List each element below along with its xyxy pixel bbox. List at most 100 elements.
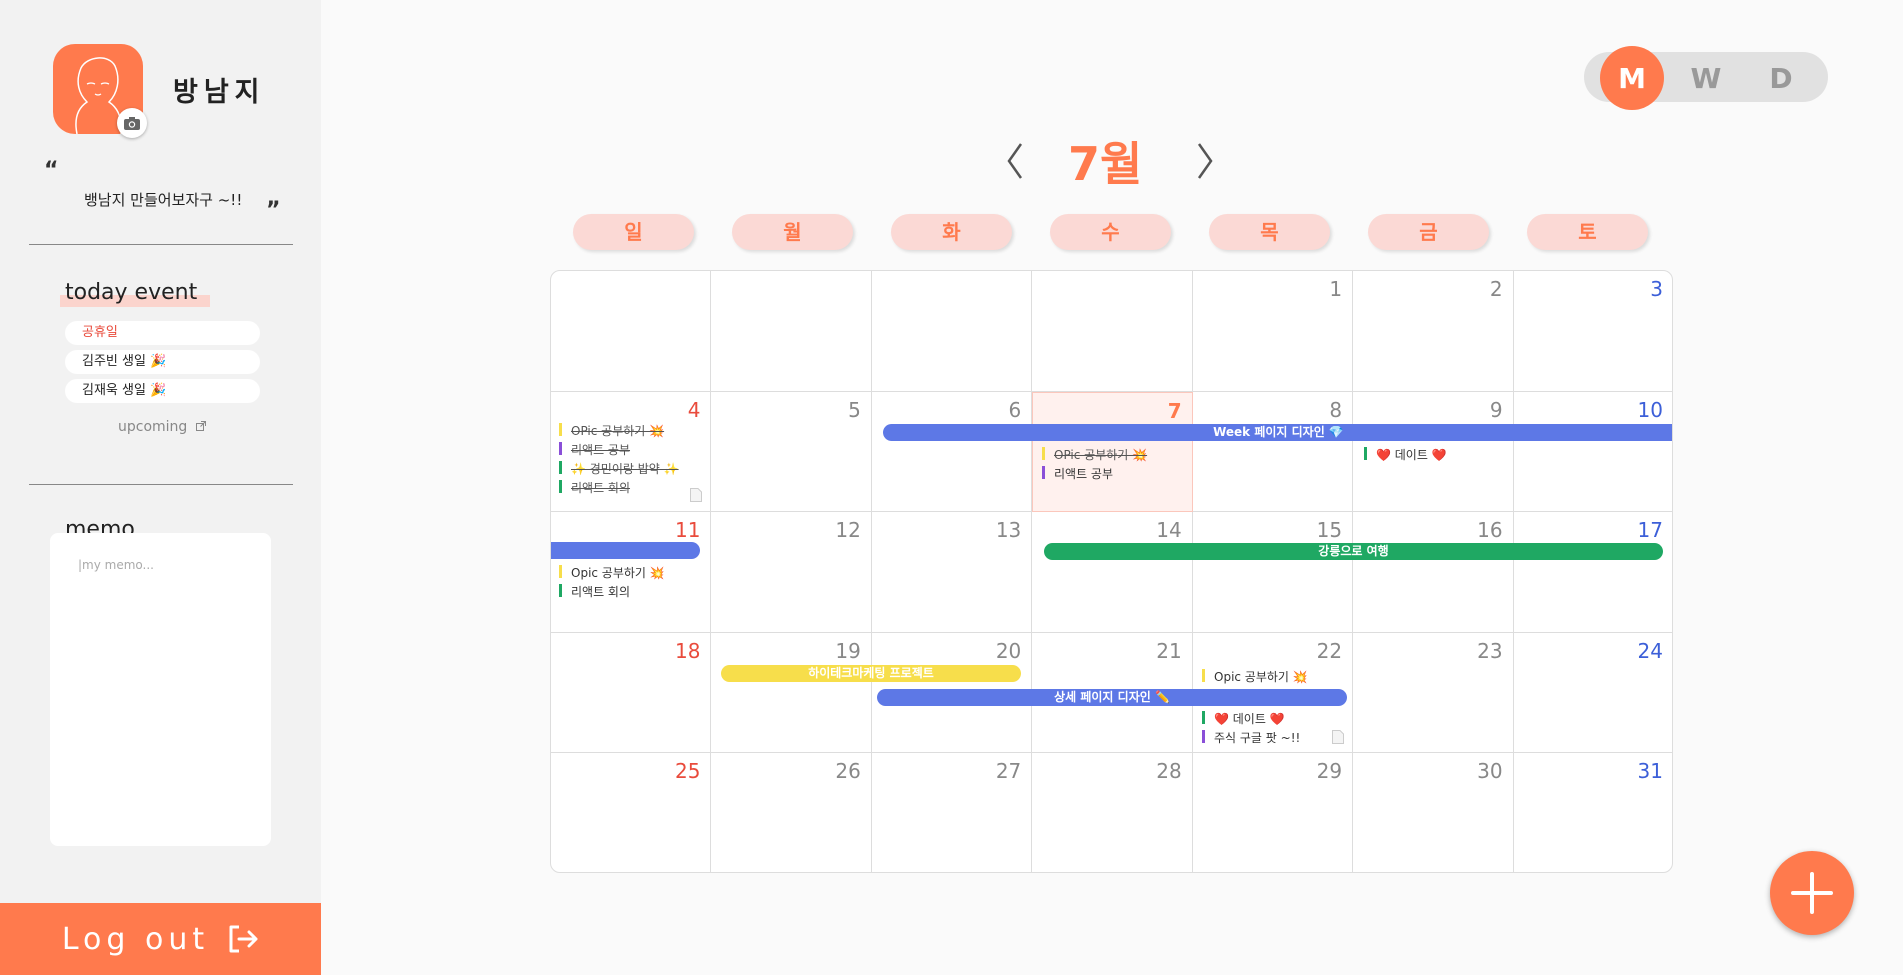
note-icon[interactable] (1332, 729, 1344, 748)
calendar-day-cell[interactable]: 17 (1513, 512, 1672, 633)
calendar-day-cell[interactable] (711, 271, 872, 392)
calendar-day-cell[interactable]: 6 (871, 391, 1033, 513)
add-event-button[interactable] (1770, 851, 1854, 935)
day-number: 17 (1637, 518, 1663, 543)
event-bar[interactable]: 강릉으로 여행 (1044, 543, 1663, 560)
profile-status-message[interactable]: 뱅남지 만들어보자구 ~!! (84, 189, 242, 210)
todo-item[interactable]: ❤️ 데이트 ❤️ (1202, 710, 1285, 727)
weekday-header: 금 (1368, 214, 1489, 250)
logout-button[interactable]: Log out (0, 903, 321, 975)
calendar-day-cell[interactable]: 12 (711, 512, 872, 633)
event-bar-continued[interactable] (551, 542, 700, 559)
calendar-grid: 1 2 3 4 5 6 7 8 9 10 11 12 13 14 15 16 17 18 19 20 21 22 23 24 2… (550, 270, 1673, 873)
calendar-day-cell[interactable]: 28 (1032, 753, 1193, 872)
calendar-day-cell[interactable]: 13 (871, 512, 1033, 633)
event-bar[interactable]: Week 페이지 디자인 💎 (883, 424, 1672, 441)
calendar-day-cell[interactable] (551, 271, 712, 392)
calendar-day-cell[interactable]: 10 (1513, 392, 1672, 513)
calendar-day-cell[interactable]: 24 (1513, 633, 1672, 754)
day-number: 9 (1489, 397, 1503, 422)
todo-item[interactable]: 리액트 회의 (559, 583, 630, 600)
plus-icon (1791, 872, 1833, 914)
calendar-day-cell[interactable]: 30 (1353, 753, 1514, 872)
quote-close-mark: ” (266, 198, 281, 223)
day-number: 7 (1167, 398, 1182, 423)
day-number: 25 (674, 759, 701, 784)
calendar-day-cell[interactable]: 26 (711, 753, 872, 872)
day-number: 2 (1489, 277, 1503, 301)
calendar-day-cell[interactable]: 31 (1514, 753, 1672, 872)
todo-item[interactable]: 리액트 공부 (559, 441, 630, 458)
day-number: 28 (1156, 759, 1182, 784)
upcoming-link[interactable]: upcoming (118, 419, 206, 435)
calendar-day-cell[interactable]: 27 (872, 753, 1033, 872)
calendar-day-cell[interactable]: 29 (1193, 753, 1354, 872)
note-icon[interactable] (690, 487, 702, 506)
calendar-day-cell[interactable]: 14 (1032, 512, 1193, 633)
sidebar-divider (29, 484, 293, 485)
weekday-header: 목 (1209, 214, 1330, 250)
weekday-header: 화 (891, 214, 1012, 250)
calendar-day-cell[interactable]: 18 (551, 632, 712, 754)
todo-item[interactable]: ❤️ 데이트 ❤️ (1364, 446, 1447, 463)
weekday-header: 일 (573, 214, 694, 250)
view-toggle: M W D (1584, 46, 1828, 110)
calendar-day-cell[interactable] (871, 271, 1033, 392)
calendar-day-cell[interactable]: 23 (1353, 632, 1514, 754)
day-number: 21 (1156, 638, 1182, 663)
memo-textarea[interactable] (50, 533, 271, 846)
calendar-day-cell[interactable]: 2 (1353, 271, 1514, 392)
todo-item[interactable]: OPic 공부하기 💥 (559, 422, 664, 439)
day-number: 30 (1477, 759, 1503, 784)
month-view-button[interactable]: M (1600, 46, 1664, 110)
calendar-day-cell[interactable]: 25 (551, 753, 712, 872)
event-bar[interactable]: 상세 페이지 디자인 ✏️ (877, 689, 1347, 706)
day-number: 23 (1477, 638, 1503, 663)
memo-placeholder: |my memo... (78, 558, 154, 572)
day-number: 16 (1477, 518, 1503, 543)
calendar-day-cell[interactable]: 15 (1192, 512, 1354, 633)
day-number: 5 (848, 397, 861, 422)
logout-label: Log out (61, 921, 210, 957)
calendar-day-cell[interactable]: 19 (711, 632, 872, 754)
weekday-header: 수 (1050, 214, 1171, 250)
calendar-day-cell[interactable]: 1 (1192, 271, 1354, 392)
day-number: 14 (1156, 518, 1182, 543)
day-number: 12 (835, 518, 861, 543)
todo-item[interactable]: 리액트 공부 (1042, 465, 1113, 482)
calendar-day-cell[interactable]: 3 (1513, 271, 1672, 392)
weekday-header: 월 (732, 214, 853, 250)
weekday-header: 토 (1527, 214, 1648, 250)
todo-item[interactable]: Opic 공부하기 💥 (1202, 668, 1308, 685)
day-number: 22 (1316, 638, 1343, 663)
logout-icon (229, 925, 258, 953)
event-bar[interactable]: 하이테크마케팅 프로젝트 (721, 665, 1021, 682)
todo-item[interactable]: Opic 공부하기 💥 (559, 564, 665, 581)
day-number: 18 (674, 638, 701, 663)
day-number: 8 (1329, 397, 1343, 422)
week-view-button[interactable]: W (1674, 46, 1738, 110)
day-number: 1 (1329, 277, 1343, 301)
todo-item[interactable]: 주식 구글 팟 ~!! (1202, 729, 1300, 746)
todo-item[interactable]: ✨ 경민이랑 밥약 ✨ (559, 460, 679, 477)
sidebar: 방남지 “ 뱅남지 만들어보자구 ~!! ” today event 공휴일 김… (0, 0, 321, 975)
calendar-day-cell[interactable]: 5 (711, 391, 872, 513)
today-event-item[interactable]: 공휴일 (65, 321, 260, 345)
day-number: 20 (995, 638, 1022, 663)
camera-icon[interactable] (117, 108, 147, 138)
calendar-day-cell[interactable] (1032, 271, 1193, 392)
day-number: 11 (674, 518, 701, 543)
calendar-day-cell[interactable]: 8 (1192, 391, 1354, 513)
todo-item[interactable]: OPic 공부하기 💥 (1042, 446, 1147, 463)
day-view-button[interactable]: D (1749, 46, 1813, 110)
day-number: 13 (995, 518, 1022, 543)
calendar-day-cell[interactable]: 16 (1353, 512, 1514, 633)
day-number: 4 (687, 397, 701, 422)
day-number: 31 (1637, 759, 1663, 784)
today-event-item[interactable]: 김주빈 생일 🎉 (65, 350, 260, 374)
next-month-button[interactable] (1195, 140, 1215, 186)
prev-month-button[interactable] (1005, 140, 1025, 186)
todo-item[interactable]: 리액트 회의 (559, 479, 630, 496)
today-event-item[interactable]: 김재욱 생일 🎉 (65, 379, 260, 403)
day-number: 15 (1316, 518, 1343, 543)
